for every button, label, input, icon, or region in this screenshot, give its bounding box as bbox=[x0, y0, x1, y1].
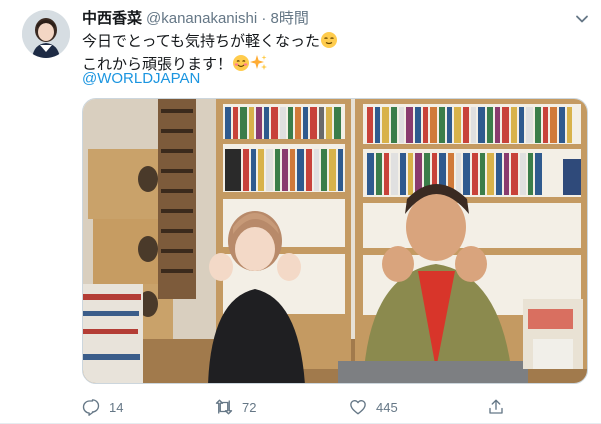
reply-button[interactable]: 14 bbox=[82, 396, 123, 418]
like-count: 445 bbox=[376, 399, 398, 415]
sparkles-emoji-icon bbox=[250, 54, 268, 77]
reply-count: 14 bbox=[109, 399, 124, 415]
retweet-button[interactable]: 72 bbox=[215, 396, 256, 418]
relieved-face-emoji-icon bbox=[320, 31, 338, 54]
avatar-image bbox=[22, 10, 70, 58]
avatar[interactable] bbox=[22, 10, 70, 58]
mention-link[interactable]: @WORLDJAPAN bbox=[82, 69, 200, 89]
tweet-photo[interactable] bbox=[82, 98, 588, 384]
tweet-header: 中西香菜 @kananakanishi · 8時間 bbox=[82, 9, 309, 29]
photo-image bbox=[83, 99, 587, 383]
smiling-blush-emoji-icon bbox=[232, 54, 250, 77]
separator-dot: · bbox=[261, 10, 267, 27]
user-handle[interactable]: @kananakanishi bbox=[146, 10, 257, 27]
share-button[interactable] bbox=[487, 396, 505, 418]
share-icon bbox=[489, 399, 503, 414]
tweet-line-1-text: 今日でとっても気持ちが軽くなった bbox=[82, 33, 321, 50]
chevron-down-icon[interactable] bbox=[572, 9, 592, 29]
retweet-count: 72 bbox=[242, 399, 257, 415]
tweet-card[interactable]: 中西香菜 @kananakanishi · 8時間 今日でとっても気持ちが軽くなっ… bbox=[0, 0, 601, 424]
tweet-text-line-1: 今日でとっても気持ちが軽くなった bbox=[82, 31, 338, 54]
timestamp[interactable]: 8時間 bbox=[271, 10, 309, 27]
retweet-icon bbox=[215, 399, 233, 415]
display-name[interactable]: 中西香菜 bbox=[82, 10, 142, 27]
tweet-action-bar: 14 72 445 bbox=[82, 396, 588, 418]
like-button[interactable]: 445 bbox=[349, 396, 398, 418]
heart-icon bbox=[350, 400, 366, 415]
reply-icon bbox=[82, 399, 100, 416]
